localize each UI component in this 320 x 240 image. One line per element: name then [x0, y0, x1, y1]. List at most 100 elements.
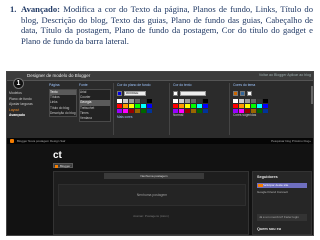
palette-color-cell[interactable]	[185, 104, 190, 108]
blogger-badge[interactable]: Blogger	[53, 163, 73, 168]
gadget-title: Seguidores	[257, 175, 278, 179]
blogger-b-icon	[55, 164, 58, 168]
navbar-user[interactable]: Pesquisar blog Próximo blog»	[271, 138, 311, 144]
section-item[interactable]: Descrição do blog	[50, 111, 76, 116]
palette-color-cell[interactable]	[197, 109, 202, 113]
color-swatch-icon[interactable]	[173, 90, 178, 96]
palette-color-cell[interactable]	[263, 104, 268, 108]
palette-color-cell[interactable]	[117, 104, 122, 108]
gadget-title-2: Quem sou eu	[257, 227, 282, 231]
palette-color-cell[interactable]	[117, 109, 122, 113]
palette-color-cell[interactable]	[251, 104, 256, 108]
section-list-box: Texto Títulos Links Título do blog Descr…	[49, 89, 77, 117]
theme-colors-panel: Cores do tema Cores sugeridas	[229, 83, 289, 135]
palette-color-cell[interactable]	[141, 104, 146, 108]
blog-title[interactable]: ct	[53, 150, 62, 161]
step-badge: 1	[13, 78, 24, 89]
palette-color-cell[interactable]	[203, 109, 208, 113]
follow-button[interactable]: Participar deste site	[257, 183, 307, 188]
palette-color-cell[interactable]	[135, 99, 140, 103]
more-colors-link[interactable]: Mais cores	[117, 115, 163, 120]
tab-label[interactable]: Nenhuma postagem	[104, 173, 204, 179]
text-color-input[interactable]	[180, 90, 206, 96]
palette-color-cell[interactable]	[117, 99, 122, 103]
blog-sidebar: Seguidores Participar deste site Google …	[252, 171, 312, 235]
designer-scrollbar[interactable]	[311, 86, 313, 104]
feed-link[interactable]: Assinar: Postagens (Atom)	[54, 214, 248, 218]
item-text: Modifica a cor do Texto da página, Plano…	[21, 4, 314, 46]
font-item[interactable]: Verdana	[80, 116, 110, 121]
palette-color-cell[interactable]	[257, 109, 262, 113]
palette-color-cell[interactable]	[123, 99, 128, 103]
palette-color-cell[interactable]	[263, 99, 268, 103]
palette-color-cell[interactable]	[257, 99, 262, 103]
palette-color-cell[interactable]	[233, 99, 238, 103]
palette-color-cell[interactable]	[147, 109, 152, 113]
designer-title: Designer de modelo do Blogger	[27, 73, 91, 78]
follow-label: Participar deste site	[262, 183, 289, 187]
follow-icon	[258, 184, 263, 187]
palette-color-cell[interactable]	[179, 99, 184, 103]
navbar-links[interactable]: Blogger Nova postagem Design Sair	[17, 138, 66, 144]
palette-color-cell[interactable]	[141, 109, 146, 113]
palette-color-cell[interactable]	[245, 104, 250, 108]
post-text: Nenhuma postagem	[136, 193, 168, 197]
palette-color-cell[interactable]	[123, 104, 128, 108]
blogger-navbar: Blogger Nova postagem Design Sair Pesqui…	[7, 138, 313, 144]
tab-strip[interactable]: Nenhuma postagem	[104, 173, 204, 179]
font-list-head: Fonte	[79, 83, 88, 87]
item-lead: Avançado:	[21, 4, 60, 14]
palette-color-cell[interactable]	[203, 104, 208, 108]
palette-color-cell[interactable]	[185, 99, 190, 103]
bg-color-head: Cor do plano de fundo	[117, 83, 151, 87]
palette-color-cell[interactable]	[203, 99, 208, 103]
text-color-palette[interactable]	[173, 99, 225, 113]
text-style-option[interactable]: Normal	[173, 113, 225, 118]
designer-nav: Modelos Plano de fundo Ajustar larguras …	[9, 91, 45, 119]
palette-color-cell[interactable]	[135, 104, 140, 108]
theme-color-palette[interactable]	[233, 99, 289, 113]
palette-color-cell[interactable]	[239, 99, 244, 103]
login-text: Já é um membro? Fazer login	[259, 215, 299, 219]
palette-color-cell[interactable]	[263, 109, 268, 113]
section-list-head: Página	[49, 83, 60, 87]
suggested-colors-label: Cores sugeridas	[233, 113, 257, 117]
palette-color-cell[interactable]	[239, 104, 244, 108]
palette-color-cell[interactable]	[129, 104, 134, 108]
color-swatch-icon[interactable]	[233, 90, 238, 96]
palette-color-cell[interactable]	[173, 104, 178, 108]
palette-color-cell[interactable]	[185, 109, 190, 113]
advanced-section-list: Página Texto Títulos Links Título do blo…	[49, 83, 77, 135]
palette-color-cell[interactable]	[129, 109, 134, 113]
blogger-logo-icon[interactable]	[10, 139, 14, 143]
palette-color-cell[interactable]	[141, 99, 146, 103]
palette-color-cell[interactable]	[197, 104, 202, 108]
bg-color-palette[interactable]	[117, 99, 163, 113]
palette-color-cell[interactable]	[147, 99, 152, 103]
palette-color-cell[interactable]	[233, 104, 238, 108]
text-color-picker: Cor do texto Normal	[169, 83, 225, 135]
bg-color-input[interactable]: #0000EE	[124, 90, 146, 96]
palette-color-cell[interactable]	[129, 99, 134, 103]
palette-color-cell[interactable]	[251, 99, 256, 103]
palette-color-cell[interactable]	[147, 104, 152, 108]
palette-color-cell[interactable]	[179, 104, 184, 108]
palette-color-cell[interactable]	[135, 109, 140, 113]
color-swatch-icon[interactable]	[117, 90, 122, 96]
color-swatch-icon[interactable]	[247, 90, 252, 96]
palette-color-cell[interactable]	[197, 99, 202, 103]
palette-color-cell[interactable]	[191, 109, 196, 113]
login-block[interactable]: Já é um membro? Fazer login	[257, 214, 307, 221]
background-color-picker: Cor do plano de fundo #0000EE Mais cores	[113, 83, 163, 135]
nav-item-avancado[interactable]: Avançado	[9, 113, 45, 119]
color-swatch-icon[interactable]	[240, 90, 245, 96]
palette-color-cell[interactable]	[245, 99, 250, 103]
designer-actions[interactable]: Voltar ao Blogger Aplicar ao blog	[259, 73, 311, 77]
text-color-head: Cor do texto	[173, 83, 192, 87]
theme-colors-head: Cores do tema	[233, 83, 256, 87]
palette-color-cell[interactable]	[191, 104, 196, 108]
palette-color-cell[interactable]	[257, 104, 262, 108]
palette-color-cell[interactable]	[123, 109, 128, 113]
palette-color-cell[interactable]	[173, 99, 178, 103]
palette-color-cell[interactable]	[191, 99, 196, 103]
